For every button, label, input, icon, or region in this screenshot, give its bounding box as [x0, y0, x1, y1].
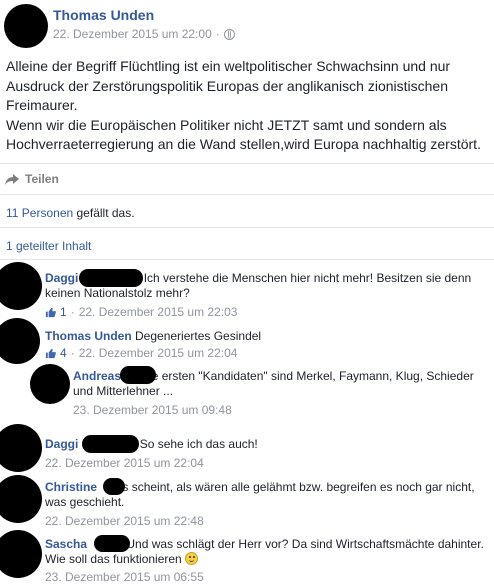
redaction-bar	[120, 366, 156, 384]
commenter-avatar[interactable]	[0, 424, 42, 472]
like-thumb-icon	[45, 348, 56, 358]
comment-timestamp[interactable]: 22. Dezember 2015 um 22:48	[45, 514, 204, 528]
shares-link[interactable]: 1 geteilter Inhalt	[6, 239, 91, 253]
commenter-name[interactable]: Daggi	[45, 271, 78, 285]
post-body: Alleine der Begriff Flüchtling ist ein w…	[6, 57, 490, 155]
divider	[0, 227, 494, 228]
commenter-avatar[interactable]	[0, 262, 42, 310]
commenter-avatar[interactable]	[0, 530, 42, 578]
post-timestamp[interactable]: 22. Dezember 2015 um 22:00	[53, 27, 212, 41]
comment-meta: 4 · 22. Dezember 2015 um 22:04	[45, 346, 237, 360]
redaction-bar	[94, 535, 130, 552]
comment: Thomas Unden Degeneriertes Gesindel	[45, 329, 485, 344]
comment-timestamp[interactable]: 22. Dezember 2015 um 22:04	[45, 456, 204, 470]
divider	[0, 194, 494, 195]
comment-timestamp[interactable]: 23. Dezember 2015 um 09:48	[73, 403, 232, 417]
comment-meta: 1 · 22. Dezember 2015 um 22:03	[45, 305, 237, 319]
globe-icon	[223, 28, 235, 40]
comment-meta: 22. Dezember 2015 um 22:04	[45, 456, 204, 470]
comment-timestamp[interactable]: 22. Dezember 2015 um 22:03	[79, 305, 238, 319]
share-arrow-icon	[5, 173, 19, 185]
commenter-name[interactable]: Sascha	[45, 537, 87, 551]
like-thumb-icon	[45, 307, 56, 317]
smiley-icon	[185, 552, 199, 565]
likes-link[interactable]: 11 Personen	[6, 206, 73, 220]
comment-text: Degeneriertes Gesindel	[135, 329, 262, 343]
likes-summary: 11 Personen gefällt das.	[6, 206, 135, 220]
divider	[0, 259, 494, 260]
comment-meta: 23. Dezember 2015 um 09:48	[73, 403, 232, 417]
likes-suffix: gefällt das.	[73, 206, 135, 220]
comment-meta: 23. Dezember 2015 um 06:55	[45, 570, 204, 584]
post-meta: 22. Dezember 2015 um 22:00 ·	[53, 27, 235, 41]
commenter-name[interactable]: Daggi	[45, 437, 78, 451]
redaction-bar	[82, 435, 139, 453]
redaction-bar	[79, 269, 143, 287]
post-author-name[interactable]: Thomas Unden	[53, 7, 154, 23]
commenter-name[interactable]: Thomas Unden	[45, 329, 132, 343]
commenter-avatar[interactable]	[0, 318, 40, 364]
comment-like-count[interactable]: 4	[60, 346, 67, 360]
comment-timestamp[interactable]: 22. Dezember 2015 um 22:04	[79, 346, 238, 360]
commenter-avatar[interactable]	[0, 475, 42, 523]
post-paragraph: Wenn wir die Europäischen Politiker nich…	[6, 116, 481, 153]
comment-meta: 22. Dezember 2015 um 22:48	[45, 514, 204, 528]
meta-separator: ·	[215, 27, 220, 41]
comment-timestamp[interactable]: 23. Dezember 2015 um 06:55	[45, 570, 204, 584]
post-paragraph: Alleine der Begriff Flüchtling ist ein w…	[6, 58, 451, 113]
facebook-post-card: Thomas Unden 22. Dezember 2015 um 22:00 …	[0, 0, 494, 584]
commenter-name[interactable]: Christine	[45, 480, 97, 494]
commenter-avatar[interactable]	[30, 364, 70, 404]
comment-like-count[interactable]: 1	[60, 305, 67, 319]
divider	[0, 163, 494, 164]
commenter-name[interactable]: Andreas	[73, 369, 121, 383]
share-label: Teilen	[25, 172, 59, 186]
comment-text: So sehe ich das auch!	[139, 437, 258, 451]
share-button[interactable]: Teilen	[5, 172, 59, 186]
redaction-bar	[103, 478, 125, 495]
author-avatar[interactable]	[4, 4, 48, 48]
